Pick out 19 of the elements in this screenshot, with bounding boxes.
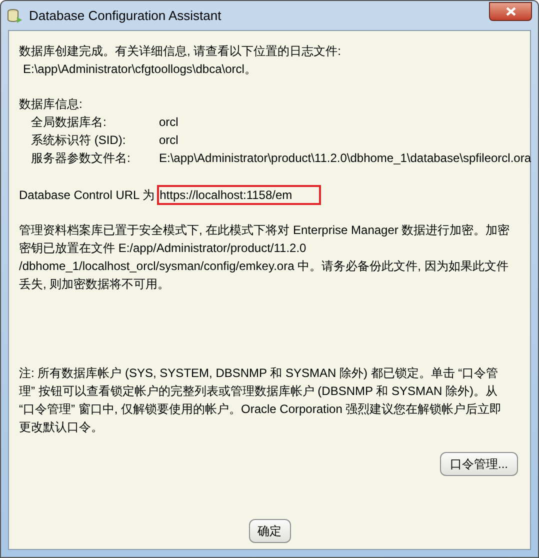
intro-text: 数据库创建完成。有关详细信息, 请查看以下位置的日志文件:: [19, 43, 342, 60]
url-text: https://localhost:1158/em: [156, 185, 321, 205]
log-path: E:\app\Administrator\cfgtoollogs\dbca\orcl。: [22, 61, 258, 78]
field-value: E:\app\Administrator\product\11.2.0\dbhome_1\database\spfileorcl.ora: [159, 150, 531, 167]
encryption-note: 管理资料档案库已置于安全模式下, 在此模式下将对 Enterprise Manager 数据进行加密。加密密钥已放置在文件 E:/app/Administrator/product/11.2.0 /dbhome_1/localhost_orcl/sysman/config/emkey.ora 中。请务必备份此文件, 因为如果此文件丢失, 则加密数据将不可用。: [19, 222, 511, 293]
section-heading: 数据库信息:: [19, 96, 84, 113]
field-label: 全局数据库名:: [31, 114, 108, 131]
app-icon: [7, 8, 23, 24]
close-icon: [506, 6, 516, 16]
field-value: orcl: [159, 114, 178, 131]
close-button[interactable]: [489, 2, 532, 20]
window-title: Database Configuration Assistant: [29, 6, 222, 25]
field-label: 系统标识符 (SID):: [31, 132, 127, 149]
field-label: 服务器参数文件名:: [31, 150, 132, 167]
password-management-button[interactable]: 口令管理...: [440, 452, 518, 476]
field-value: orcl: [159, 132, 178, 149]
account-note: 注: 所有数据库帐户 (SYS, SYSTEM, DBSNMP 和 SYSMAN 除外) 都已锁定。单击 “口令管理” 按钮可以查看锁定帐户的完整列表或管理数据库帐户 (DBSNMP 和 SYSMAN 除外)。从 “口令管理” 窗口中, 仅解锁要使用的帐户。Oracle Corporation 强烈建议您在解锁帐户后立即更改默认口令。: [19, 365, 503, 436]
ok-button[interactable]: 确定: [248, 519, 290, 543]
url-label: Database Control URL 为: [19, 187, 155, 204]
